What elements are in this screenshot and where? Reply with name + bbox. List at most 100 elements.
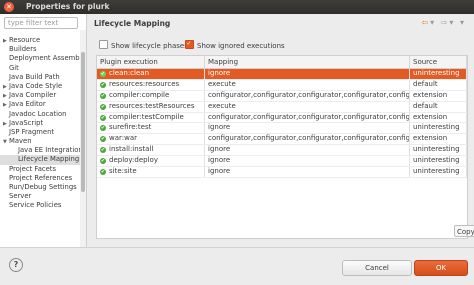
tree-item[interactable]: Service Policies <box>0 201 80 210</box>
tree-item-label: JavaScript <box>9 118 44 127</box>
check-circle-icon: ✔ <box>100 158 106 165</box>
execution-cell: ✔ surefire:test <box>97 123 205 134</box>
view-menu-icon[interactable]: ▾ <box>460 18 466 27</box>
properties-window: ✕ Properties for plurk type filter text … <box>0 0 474 285</box>
execution-cell: ✔ compiler:compile <box>97 90 205 101</box>
page-title: Lifecycle Mapping <box>94 19 171 28</box>
execution-label: deploy:deploy <box>109 156 158 165</box>
tree-item-label: Javadoc Location <box>9 109 67 118</box>
tree-item[interactable]: Javadoc Location <box>0 110 80 119</box>
show-phases-checkbox[interactable] <box>99 40 108 49</box>
tree-item[interactable]: Builders <box>0 45 80 54</box>
forward-menu-icon[interactable]: ▾ <box>449 18 455 27</box>
table-row[interactable]: ✔ deploy:deploy ignore uninteresting <box>97 156 467 168</box>
help-icon[interactable]: ? <box>9 258 23 272</box>
cancel-button[interactable]: Cancel <box>342 260 412 276</box>
scrollbar-thumb[interactable] <box>81 52 85 192</box>
source-cell: default <box>410 79 467 90</box>
back-icon[interactable]: ⇦ <box>421 18 430 27</box>
tree-item-label: Java Code Style <box>9 81 63 90</box>
close-icon[interactable]: ✕ <box>4 2 14 12</box>
tree-item[interactable]: Deployment Assembly <box>0 54 80 63</box>
column-header-mapping[interactable]: Mapping <box>205 56 410 68</box>
show-phases-option[interactable]: Show lifecycle phases <box>99 40 188 50</box>
source-cell: extension <box>410 90 467 101</box>
source-cell: uninteresting <box>410 69 467 79</box>
execution-label: compiler:compile <box>109 90 170 99</box>
check-circle-icon: ✔ <box>100 92 106 99</box>
tree-item[interactable]: Git <box>0 64 80 73</box>
tree-item[interactable]: Server <box>0 192 80 201</box>
check-circle-icon: ✔ <box>100 81 106 88</box>
column-header-execution[interactable]: Plugin execution <box>97 56 205 68</box>
execution-label: surefire:test <box>109 123 152 132</box>
check-circle-icon: ✔ <box>100 114 106 121</box>
source-cell: default <box>410 101 467 112</box>
tree-item-label: Project References <box>9 173 73 182</box>
tree-item[interactable]: Java Build Path <box>0 73 80 82</box>
tree-item-label: Project Facets <box>9 164 56 173</box>
tree-item[interactable]: ▼ Maven <box>0 137 80 146</box>
table-row[interactable]: ✔ compiler:testCompile configurator,config… <box>97 112 467 124</box>
execution-cell: ✔ war:war <box>97 134 205 145</box>
source-cell: uninteresting <box>410 145 467 156</box>
tree-item[interactable]: ▶ Resource <box>0 36 80 45</box>
table-row[interactable]: ✔ clean:clean ignore uninteresting <box>97 69 467 80</box>
tree-item-label: Git <box>9 63 19 72</box>
tree-item-label: Lifecycle Mapping <box>18 155 80 164</box>
table-row[interactable]: ✔ compiler:compile configurator,configurat… <box>97 90 467 102</box>
filter-input[interactable]: type filter text <box>4 17 78 29</box>
execution-label: clean:clean <box>109 69 150 77</box>
tree-item-label: JSP Fragment <box>9 127 55 136</box>
tree-item-label: Java EE Integration <box>18 146 80 155</box>
execution-label: compiler:testCompile <box>109 112 184 121</box>
mapping-cell: ignore <box>205 145 410 156</box>
check-circle-icon: ✔ <box>100 147 106 154</box>
mapping-cell: execute <box>205 101 410 112</box>
source-cell: extension <box>410 134 467 145</box>
tree-item-label: Java Editor <box>9 100 46 109</box>
mapping-cell: ignore <box>205 69 410 79</box>
source-cell: extension <box>410 112 467 123</box>
show-ignored-option[interactable]: Show ignored executions <box>185 40 285 50</box>
tree-item-label: Run/Debug Settings <box>9 183 77 191</box>
tree-item-label: Maven <box>9 137 32 146</box>
source-cell: uninteresting <box>410 167 467 177</box>
tree-item[interactable]: ▶ Java Compiler <box>0 91 80 100</box>
table-row[interactable]: ✔ site:site ignore uninteresting <box>97 167 467 178</box>
mapping-cell: configurator,configurator,configurator,c… <box>205 90 410 101</box>
table-row[interactable]: ✔ war:war configurator,configurator,config… <box>97 134 467 146</box>
tree-item-label: Server <box>9 192 32 201</box>
execution-label: resources:testResources <box>109 101 195 110</box>
tree-item-label: Deployment Assembly <box>9 54 80 63</box>
tree-item[interactable]: Java EE Integration <box>0 146 80 155</box>
tree-item-label: Java Compiler <box>9 91 57 100</box>
table-row[interactable]: ✔ install:install ignore uninteresting <box>97 145 467 157</box>
check-circle-icon: ✔ <box>100 169 106 176</box>
tree-item[interactable]: Project References <box>0 174 80 183</box>
back-menu-icon[interactable]: ▾ <box>430 18 436 27</box>
tree-item[interactable]: Run/Debug Settings <box>0 183 80 192</box>
copy-button[interactable]: Copy <box>454 225 474 237</box>
tree-item[interactable]: JSP Fragment <box>0 128 80 137</box>
execution-label: site:site <box>109 167 137 176</box>
column-header-source[interactable]: Source <box>410 56 467 68</box>
tree-item[interactable]: ▶ JavaScript <box>0 119 80 128</box>
table-row[interactable]: ✔ resources:testResources execute default <box>97 101 467 113</box>
source-cell: uninteresting <box>410 156 467 167</box>
show-ignored-checkbox[interactable] <box>185 40 194 49</box>
source-cell: uninteresting <box>410 123 467 134</box>
tree-item[interactable]: ▶ Java Editor <box>0 100 80 109</box>
ok-button[interactable]: OK <box>414 260 468 276</box>
execution-cell: ✔ resources:testResources <box>97 101 205 112</box>
execution-table: Plugin execution Mapping Source ✔ clean:c… <box>96 55 468 239</box>
table-row[interactable]: ✔ resources:resources execute default <box>97 79 467 91</box>
table-row[interactable]: ✔ surefire:test ignore uninteresting <box>97 123 467 135</box>
tree-item[interactable]: ▶ Java Code Style <box>0 82 80 91</box>
tree-item[interactable]: Project Facets <box>0 165 80 174</box>
tree-scrollbar[interactable] <box>80 30 86 247</box>
show-phases-label: Show lifecycle phases <box>111 42 188 50</box>
execution-cell: ✔ deploy:deploy <box>97 156 205 167</box>
tree-item[interactable]: Lifecycle Mapping <box>0 155 80 165</box>
table-header: Plugin execution Mapping Source <box>97 56 467 69</box>
